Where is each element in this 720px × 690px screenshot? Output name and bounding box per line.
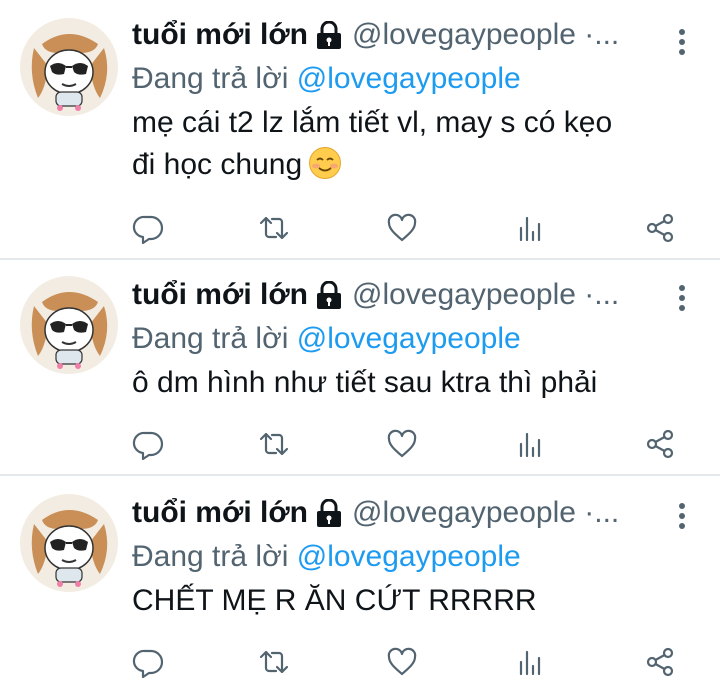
reply-icon[interactable]	[132, 212, 164, 244]
tweet-actions	[0, 212, 720, 246]
tweet-header: tuổi mới lớn @lovegaypeople ·...	[132, 492, 692, 534]
tweet-text-line: CHẾT MẸ R ĂN CỨT RRRRR	[132, 584, 537, 617]
tweet-content: tuổi mới lớn @lovegaypeople ·... Đang tr…	[132, 492, 692, 622]
share-icon[interactable]	[644, 646, 676, 678]
views-icon[interactable]	[515, 646, 547, 678]
reply-icon[interactable]	[132, 646, 164, 678]
user-handle[interactable]: @lovegaypeople ·...	[352, 278, 619, 312]
reply-prefix: Đang trả lời	[132, 322, 289, 355]
reply-prefix: Đang trả lời	[132, 540, 289, 573]
like-icon[interactable]	[386, 646, 418, 678]
views-icon[interactable]	[515, 428, 547, 460]
lock-icon	[315, 21, 342, 49]
lock-icon	[315, 499, 342, 527]
user-handle[interactable]: @lovegaypeople ·...	[352, 496, 619, 530]
tweet-text: ô dm hình như tiết sau ktra thì phải	[132, 362, 692, 404]
reply-context: Đang trả lời @lovegaypeople	[132, 318, 692, 360]
more-icon[interactable]	[678, 28, 686, 56]
like-icon[interactable]	[386, 428, 418, 460]
avatar[interactable]	[20, 18, 118, 116]
reply-to-link[interactable]: @lovegaypeople	[297, 322, 521, 355]
reply-to-link[interactable]: @lovegaypeople	[297, 540, 521, 573]
share-icon[interactable]	[644, 428, 676, 460]
tweet-1[interactable]: tuổi mới lớn @lovegaypeople ·... Đang tr…	[0, 14, 720, 258]
more-icon[interactable]	[678, 502, 686, 530]
reply-icon[interactable]	[132, 428, 164, 460]
tweet-3[interactable]: tuổi mới lớn @lovegaypeople ·... Đang tr…	[0, 492, 720, 690]
avatar[interactable]	[20, 276, 118, 374]
tweet-content: tuổi mới lớn @lovegaypeople ·... Đang tr…	[132, 14, 692, 186]
smiling-face-emoji	[309, 147, 342, 179]
tweet-text: CHẾT MẸ R ĂN CỨT RRRRR	[132, 580, 692, 622]
tweet-header: tuổi mới lớn @lovegaypeople ·...	[132, 274, 692, 316]
tweet-actions	[0, 646, 720, 680]
retweet-icon[interactable]	[258, 212, 290, 244]
display-name[interactable]: tuổi mới lớn	[132, 18, 308, 52]
reply-context: Đang trả lời @lovegaypeople	[132, 58, 692, 100]
retweet-icon[interactable]	[258, 428, 290, 460]
retweet-icon[interactable]	[258, 646, 290, 678]
tweet-content: tuổi mới lớn @lovegaypeople ·... Đang tr…	[132, 274, 692, 404]
tweet-text-line: ô dm hình như tiết sau ktra thì phải	[132, 366, 598, 399]
divider	[0, 258, 720, 260]
reply-prefix: Đang trả lời	[132, 62, 289, 95]
tweet-2[interactable]: tuổi mới lớn @lovegaypeople ·... Đang tr…	[0, 274, 720, 474]
lock-icon	[315, 281, 342, 309]
display-name[interactable]: tuổi mới lớn	[132, 496, 308, 530]
tweet-text: mẹ cái t2 lz lắm tiết vl, may s có kẹo đ…	[132, 102, 692, 186]
divider	[0, 474, 720, 476]
views-icon[interactable]	[515, 212, 547, 244]
display-name[interactable]: tuổi mới lớn	[132, 278, 308, 312]
avatar[interactable]	[20, 494, 118, 592]
tweet-header: tuổi mới lớn @lovegaypeople ·...	[132, 14, 692, 56]
tweet-text-line: mẹ cái t2 lz lắm tiết vl, may s có kẹo	[132, 106, 613, 139]
tweet-text-line: đi học chung	[132, 148, 303, 181]
reply-context: Đang trả lời @lovegaypeople	[132, 536, 692, 578]
more-icon[interactable]	[678, 284, 686, 312]
share-icon[interactable]	[644, 212, 676, 244]
reply-to-link[interactable]: @lovegaypeople	[297, 62, 521, 95]
tweet-actions	[0, 428, 720, 462]
tweet-text-line-wrap: đi học chung	[132, 144, 692, 186]
like-icon[interactable]	[386, 212, 418, 244]
user-handle[interactable]: @lovegaypeople ·...	[352, 18, 619, 52]
